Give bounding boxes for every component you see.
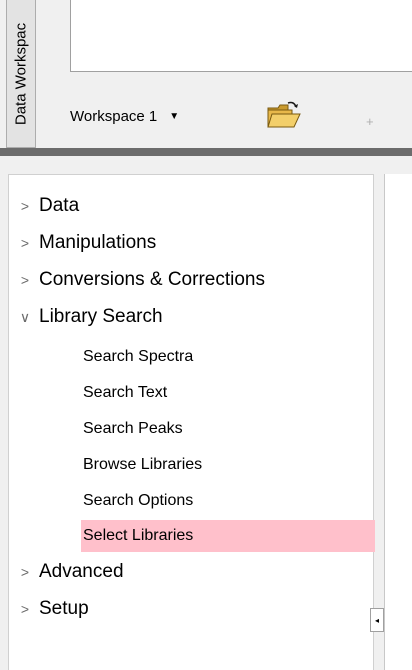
chevron-right-icon[interactable]: > [15, 601, 35, 617]
tree-item-label: Setup [39, 598, 89, 619]
arrow-left-icon: ◂ [374, 615, 379, 625]
open-workspace-button[interactable] [266, 100, 302, 130]
chevron-down-icon[interactable]: ∨ [15, 309, 35, 326]
tree-subitem-select-libraries[interactable]: Select Libraries [81, 520, 375, 552]
tree-item-label: Conversions & Corrections [39, 269, 265, 290]
tree-item-label: Advanced [39, 561, 124, 582]
tree-item-label: Manipulations [39, 232, 157, 253]
tree-item-data[interactable]: > Data [9, 191, 79, 221]
data-workspace-tab[interactable]: Data Workspac [6, 0, 36, 148]
workspace-dropdown-label: Workspace 1 [70, 108, 158, 125]
tree-item-advanced[interactable]: > Advanced [9, 557, 124, 587]
tree-item-manipulations[interactable]: > Manipulations [9, 228, 156, 258]
chevron-right-icon[interactable]: > [15, 235, 35, 251]
tree-subitem-search-spectra[interactable]: Search Spectra [81, 341, 193, 373]
navigation-area: > Data > Manipulations > Conversions & C… [0, 156, 412, 670]
chevron-right-icon[interactable]: > [15, 272, 35, 288]
tree-subitem-search-text[interactable]: Search Text [81, 377, 167, 409]
caret-down-icon: ▼ [169, 110, 180, 122]
tree-item-library-search[interactable]: ∨ Library Search [9, 302, 163, 332]
tree-subitem-browse-libraries[interactable]: Browse Libraries [81, 449, 202, 481]
tree-subitem-label: Browse Libraries [83, 456, 203, 473]
workspace-area[interactable] [70, 0, 412, 72]
content-pane[interactable] [384, 174, 412, 670]
tree-subitem-label: Search Text [83, 384, 168, 401]
chevron-right-icon[interactable]: > [15, 198, 35, 214]
workspace-toolbar: Workspace 1 ▼ + [44, 98, 412, 138]
tree-subitem-label: Search Spectra [83, 348, 194, 365]
tree-item-label: Data [39, 195, 80, 216]
tree-subitem-label: Search Peaks [83, 420, 183, 437]
toolbar-separator-icon: + [366, 114, 374, 129]
chevron-right-icon[interactable]: > [15, 564, 35, 580]
open-folder-icon [267, 101, 301, 128]
tree-item-label: Library Search [39, 306, 163, 327]
panel-splitter[interactable] [0, 148, 412, 156]
tree-subitem-search-options[interactable]: Search Options [81, 485, 193, 517]
tree-subitem-search-peaks[interactable]: Search Peaks [81, 413, 183, 445]
data-workspace-tab-label: Data Workspac [12, 22, 30, 125]
scroll-left-button[interactable]: ◂ [370, 608, 384, 632]
tree-item-setup[interactable]: > Setup [9, 594, 89, 624]
navigation-tree: > Data > Manipulations > Conversions & C… [8, 174, 375, 670]
tree-subitem-label: Search Options [83, 492, 194, 509]
workspace-dropdown[interactable]: Workspace 1 ▼ [70, 108, 179, 125]
tree-item-conversions-corrections[interactable]: > Conversions & Corrections [9, 265, 265, 295]
tree-subitem-label: Select Libraries [83, 527, 194, 544]
